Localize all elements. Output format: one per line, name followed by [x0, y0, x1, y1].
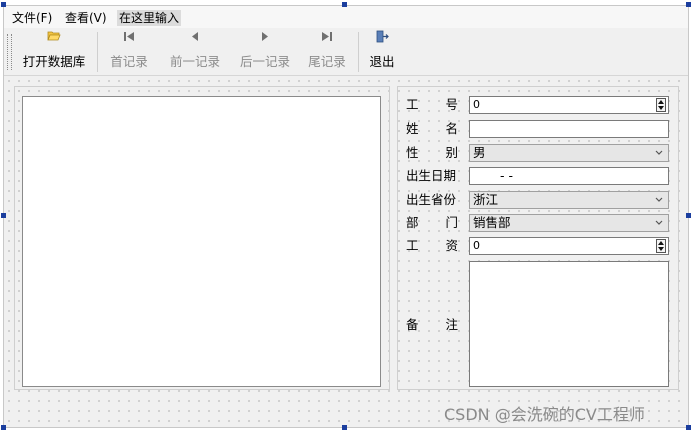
- toolbar-grip[interactable]: [7, 34, 12, 70]
- spin-buttons[interactable]: [656, 239, 666, 253]
- resize-handle[interactable]: [686, 425, 691, 430]
- next-record-button[interactable]: 后一记录: [234, 30, 296, 73]
- table-view[interactable]: [22, 96, 381, 387]
- watermark: CSDN @会洗碗的CV工程师: [444, 405, 645, 424]
- first-record-label: 首记录: [110, 54, 148, 69]
- salary-spinbox[interactable]: 0: [469, 237, 669, 255]
- menu-view[interactable]: 查看(V): [63, 10, 109, 26]
- resize-handle[interactable]: [1, 213, 6, 218]
- menu-file[interactable]: 文件(F): [10, 10, 54, 26]
- birthdate-edit[interactable]: - -: [469, 167, 669, 185]
- resize-handle[interactable]: [686, 2, 691, 7]
- chevron-down-icon: [654, 145, 664, 167]
- exit-label: 退出: [369, 54, 395, 69]
- label-gender: 性别: [406, 145, 458, 160]
- chevron-down-icon: [654, 192, 664, 214]
- previous-record-icon: [164, 30, 226, 48]
- emp-no-spinbox[interactable]: 0: [469, 96, 669, 114]
- exit-button[interactable]: 退出: [364, 30, 400, 73]
- memo-textedit[interactable]: [469, 261, 669, 387]
- label-department: 部门: [406, 215, 458, 230]
- menubar: 文件(F) 查看(V) 在这里输入: [4, 6, 688, 28]
- first-record-icon: [104, 30, 154, 48]
- previous-record-label: 前一记录: [169, 54, 220, 69]
- resize-handle[interactable]: [342, 425, 347, 430]
- province-combobox[interactable]: 浙江: [469, 191, 669, 209]
- salary-value: 0: [473, 239, 480, 252]
- gender-combobox[interactable]: 男: [469, 144, 669, 162]
- label-emp-no: 工号: [406, 97, 458, 112]
- spin-down-icon: [658, 247, 664, 251]
- department-value: 销售部: [473, 215, 511, 230]
- toolbar-separator: [97, 32, 98, 72]
- gender-value: 男: [473, 145, 486, 160]
- folder-open-icon: [18, 30, 90, 48]
- main-toolbar: 打开数据库 首记录 前一记录 后一记录 尾记录 退出: [4, 28, 688, 76]
- spin-buttons[interactable]: [656, 98, 666, 112]
- department-combobox[interactable]: 销售部: [469, 214, 669, 232]
- label-memo: 备注: [406, 317, 458, 332]
- resize-handle[interactable]: [342, 2, 347, 7]
- menu-type-here[interactable]: 在这里输入: [117, 10, 182, 26]
- spin-down-icon: [658, 106, 664, 110]
- first-record-button[interactable]: 首记录: [104, 30, 154, 73]
- resize-handle[interactable]: [1, 425, 6, 430]
- label-name: 姓名: [406, 121, 458, 136]
- label-salary: 工资: [406, 238, 458, 253]
- chevron-down-icon: [654, 215, 664, 237]
- resize-handle[interactable]: [686, 213, 691, 218]
- spin-up-icon: [658, 241, 664, 245]
- last-record-label: 尾记录: [308, 54, 346, 69]
- label-birthdate: 出生日期: [406, 168, 457, 183]
- toolbar-separator: [358, 32, 359, 72]
- next-record-icon: [234, 30, 296, 48]
- emp-no-value: 0: [473, 98, 480, 111]
- last-record-icon: [302, 30, 352, 48]
- exit-door-icon: [364, 30, 400, 48]
- spin-up-icon: [658, 100, 664, 104]
- province-value: 浙江: [473, 192, 499, 207]
- open-database-label: 打开数据库: [22, 54, 86, 69]
- resize-handle[interactable]: [1, 2, 6, 7]
- label-province: 出生省份: [406, 192, 457, 207]
- last-record-button[interactable]: 尾记录: [302, 30, 352, 73]
- name-field[interactable]: [469, 120, 669, 138]
- next-record-label: 后一记录: [239, 54, 290, 69]
- previous-record-button[interactable]: 前一记录: [164, 30, 226, 73]
- birthdate-value: - -: [500, 168, 513, 183]
- open-database-button[interactable]: 打开数据库: [18, 30, 90, 73]
